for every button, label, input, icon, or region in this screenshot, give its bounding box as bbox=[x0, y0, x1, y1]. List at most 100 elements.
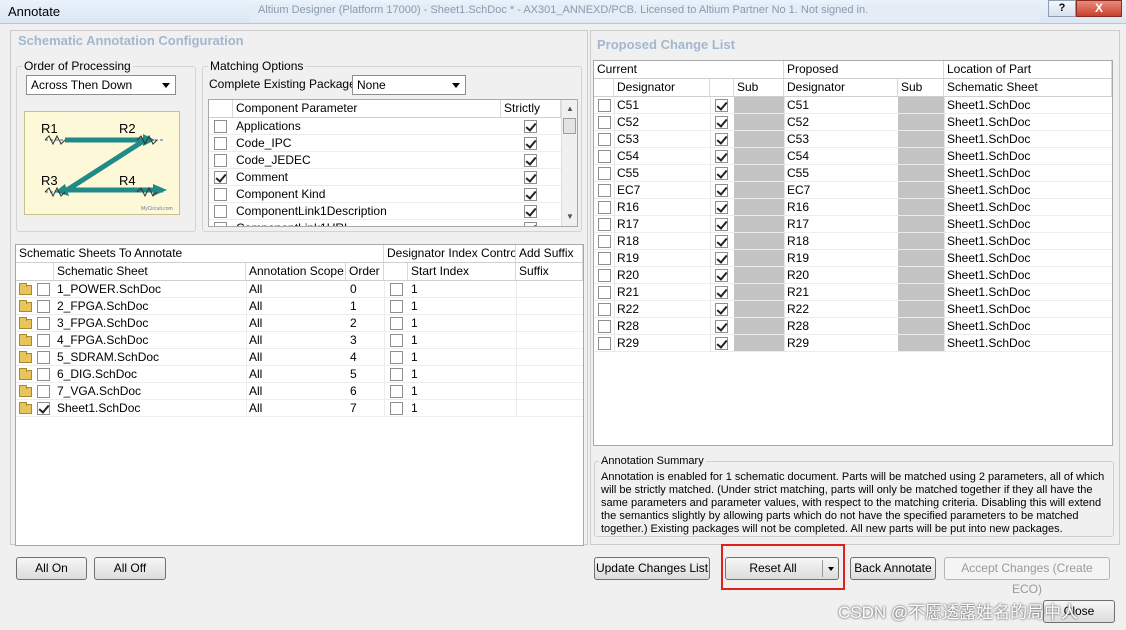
start-index-checkbox[interactable] bbox=[390, 334, 403, 347]
parameter-checkbox[interactable] bbox=[214, 137, 227, 150]
change-checkbox[interactable] bbox=[598, 218, 611, 231]
change-checkbox[interactable] bbox=[598, 337, 611, 350]
change-row[interactable]: R21 R21 Sheet1.SchDoc bbox=[594, 284, 1112, 301]
start-index-checkbox[interactable] bbox=[390, 351, 403, 364]
start-index[interactable]: 1 bbox=[411, 315, 418, 332]
change-row[interactable]: R16 R16 Sheet1.SchDoc bbox=[594, 199, 1112, 216]
current-sub-checkbox[interactable] bbox=[715, 320, 728, 333]
start-index-checkbox[interactable] bbox=[390, 300, 403, 313]
change-checkbox[interactable] bbox=[598, 167, 611, 180]
sheet-scope[interactable]: All bbox=[249, 400, 262, 417]
start-index-checkbox[interactable] bbox=[390, 402, 403, 415]
start-index[interactable]: 1 bbox=[411, 400, 418, 417]
sheet-row[interactable]: 3_FPGA.SchDoc All 2 1 bbox=[16, 315, 583, 332]
change-row[interactable]: R29 R29 Sheet1.SchDoc bbox=[594, 335, 1112, 352]
change-row[interactable]: R19 R19 Sheet1.SchDoc bbox=[594, 250, 1112, 267]
change-row[interactable]: R22 R22 Sheet1.SchDoc bbox=[594, 301, 1112, 318]
sheet-checkbox[interactable] bbox=[37, 317, 50, 330]
col-proposed-sub[interactable]: Sub bbox=[898, 79, 944, 96]
scroll-down-icon[interactable]: ▼ bbox=[566, 212, 574, 221]
sheet-scope[interactable]: All bbox=[249, 298, 262, 315]
current-sub-checkbox[interactable] bbox=[715, 99, 728, 112]
current-sub-checkbox[interactable] bbox=[715, 218, 728, 231]
col-strictly[interactable]: Strictly bbox=[501, 100, 561, 117]
change-checkbox[interactable] bbox=[598, 184, 611, 197]
current-sub-checkbox[interactable] bbox=[715, 252, 728, 265]
change-row[interactable]: R18 R18 Sheet1.SchDoc bbox=[594, 233, 1112, 250]
col-schematic-sheet[interactable]: Schematic Sheet bbox=[944, 79, 1112, 96]
start-index-checkbox[interactable] bbox=[390, 385, 403, 398]
change-checkbox[interactable] bbox=[598, 303, 611, 316]
scroll-thumb[interactable] bbox=[563, 118, 576, 134]
col-suffix[interactable]: Suffix bbox=[516, 263, 583, 280]
sheet-scope[interactable]: All bbox=[249, 281, 262, 298]
change-row[interactable]: C51 C51 Sheet1.SchDoc bbox=[594, 97, 1112, 114]
change-row[interactable]: C55 C55 Sheet1.SchDoc bbox=[594, 165, 1112, 182]
change-checkbox[interactable] bbox=[598, 150, 611, 163]
current-sub-checkbox[interactable] bbox=[715, 337, 728, 350]
current-sub-checkbox[interactable] bbox=[715, 286, 728, 299]
all-off-button[interactable]: All Off bbox=[94, 557, 166, 580]
parameter-scrollbar[interactable]: ▲ ▼ bbox=[561, 100, 577, 226]
col-schematic-sheet[interactable]: Schematic Sheet bbox=[54, 263, 246, 280]
sheet-checkbox[interactable] bbox=[37, 334, 50, 347]
parameter-checkbox[interactable] bbox=[214, 205, 227, 218]
change-checkbox[interactable] bbox=[598, 252, 611, 265]
change-row[interactable]: C54 C54 Sheet1.SchDoc bbox=[594, 148, 1112, 165]
change-checkbox[interactable] bbox=[598, 320, 611, 333]
back-annotate-button[interactable]: Back Annotate bbox=[850, 557, 936, 580]
parameter-checkbox[interactable] bbox=[214, 120, 227, 133]
parameter-row[interactable]: ComponentLink1URL bbox=[209, 220, 561, 226]
current-sub-checkbox[interactable] bbox=[715, 167, 728, 180]
strictly-checkbox[interactable] bbox=[524, 205, 537, 218]
change-checkbox[interactable] bbox=[598, 286, 611, 299]
col-current-sub[interactable]: Sub bbox=[734, 79, 784, 96]
strictly-checkbox[interactable] bbox=[524, 188, 537, 201]
start-index[interactable]: 1 bbox=[411, 332, 418, 349]
parameter-row[interactable]: Component Kind bbox=[209, 186, 561, 203]
sheet-row[interactable]: 5_SDRAM.SchDoc All 4 1 bbox=[16, 349, 583, 366]
sheet-scope[interactable]: All bbox=[249, 315, 262, 332]
strictly-checkbox[interactable] bbox=[524, 137, 537, 150]
change-row[interactable]: R20 R20 Sheet1.SchDoc bbox=[594, 267, 1112, 284]
strictly-checkbox[interactable] bbox=[524, 120, 537, 133]
current-sub-checkbox[interactable] bbox=[715, 269, 728, 282]
scroll-up-icon[interactable]: ▲ bbox=[566, 104, 574, 113]
start-index[interactable]: 1 bbox=[411, 383, 418, 400]
sheet-row[interactable]: 4_FPGA.SchDoc All 3 1 bbox=[16, 332, 583, 349]
parameter-checkbox[interactable] bbox=[214, 154, 227, 167]
col-component-parameter[interactable]: Component Parameter bbox=[233, 100, 501, 117]
change-row[interactable]: EC7 EC7 Sheet1.SchDoc bbox=[594, 182, 1112, 199]
sheet-checkbox[interactable] bbox=[37, 283, 50, 296]
change-row[interactable]: C52 C52 Sheet1.SchDoc bbox=[594, 114, 1112, 131]
strictly-checkbox[interactable] bbox=[524, 222, 537, 226]
change-row[interactable]: C53 C53 Sheet1.SchDoc bbox=[594, 131, 1112, 148]
col-proposed-designator[interactable]: Designator bbox=[784, 79, 898, 96]
change-checkbox[interactable] bbox=[598, 235, 611, 248]
strictly-checkbox[interactable] bbox=[524, 171, 537, 184]
sheet-row[interactable]: 2_FPGA.SchDoc All 1 1 bbox=[16, 298, 583, 315]
parameter-row[interactable]: Applications bbox=[209, 118, 561, 135]
start-index[interactable]: 1 bbox=[411, 298, 418, 315]
current-sub-checkbox[interactable] bbox=[715, 303, 728, 316]
accept-changes-button[interactable]: Accept Changes (Create ECO) bbox=[944, 557, 1110, 596]
start-index-checkbox[interactable] bbox=[390, 283, 403, 296]
sheet-checkbox[interactable] bbox=[37, 368, 50, 381]
change-checkbox[interactable] bbox=[598, 269, 611, 282]
parameter-row[interactable]: ComponentLink1Description bbox=[209, 203, 561, 220]
sheet-row[interactable]: Sheet1.SchDoc All 7 1 bbox=[16, 400, 583, 417]
strictly-checkbox[interactable] bbox=[524, 154, 537, 167]
sheet-checkbox[interactable] bbox=[37, 402, 50, 415]
sheet-scope[interactable]: All bbox=[249, 349, 262, 366]
start-index[interactable]: 1 bbox=[411, 281, 418, 298]
current-sub-checkbox[interactable] bbox=[715, 235, 728, 248]
all-on-button[interactable]: All On bbox=[16, 557, 87, 580]
parameter-row[interactable]: Code_IPC bbox=[209, 135, 561, 152]
sheet-checkbox[interactable] bbox=[37, 351, 50, 364]
sheet-row[interactable]: 6_DIG.SchDoc All 5 1 bbox=[16, 366, 583, 383]
change-row[interactable]: R17 R17 Sheet1.SchDoc bbox=[594, 216, 1112, 233]
help-button[interactable]: ? bbox=[1048, 0, 1076, 17]
sheet-row[interactable]: 1_POWER.SchDoc All 0 1 bbox=[16, 281, 583, 298]
col-order[interactable]: Order bbox=[346, 263, 384, 280]
current-sub-checkbox[interactable] bbox=[715, 201, 728, 214]
